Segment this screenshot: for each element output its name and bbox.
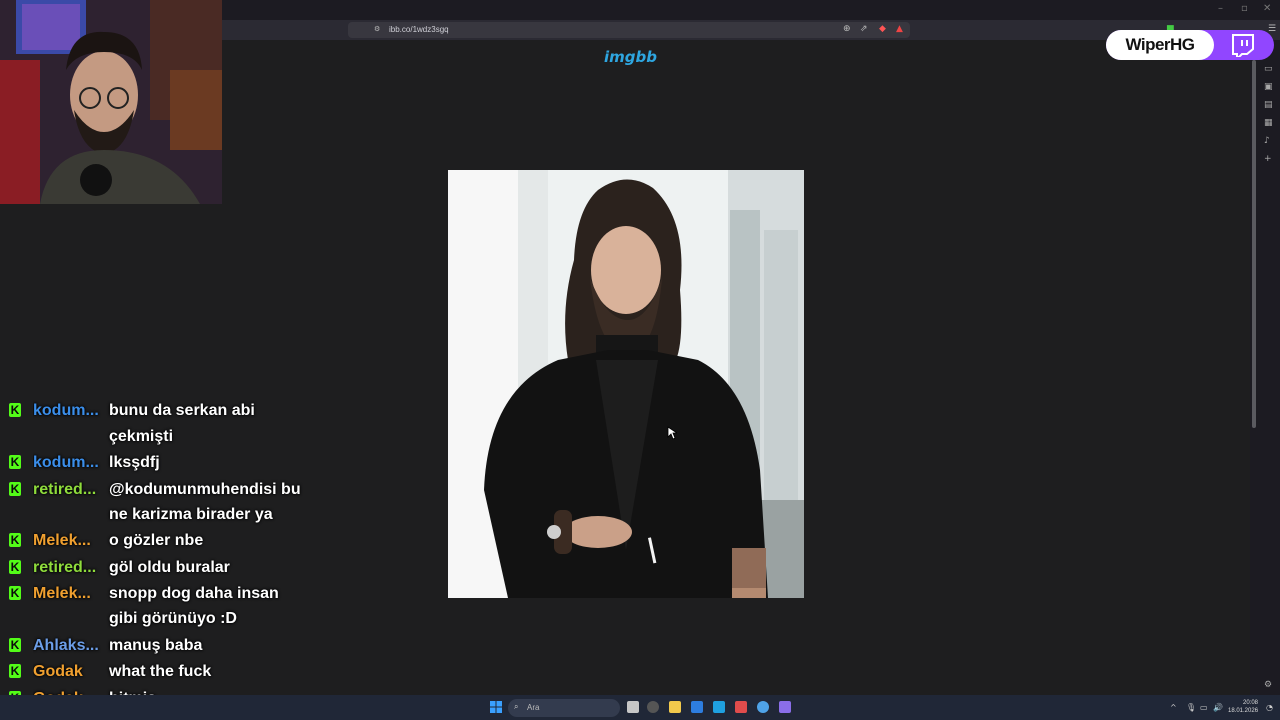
kick-badge-icon: K bbox=[9, 586, 21, 600]
chat-username[interactable]: retired... bbox=[33, 555, 105, 580]
minimize-icon[interactable]: – bbox=[1218, 3, 1223, 14]
sidebar-settings-icon[interactable]: ⚙ bbox=[1264, 680, 1272, 690]
chat-text: bunu da serkan abi bbox=[109, 402, 255, 419]
discord-icon[interactable] bbox=[779, 701, 791, 713]
search-icon: ⌕ bbox=[514, 702, 519, 711]
share-icon[interactable]: ⇗ bbox=[860, 24, 868, 34]
chat-text: o gözler nbe bbox=[109, 532, 204, 549]
photo-illustration bbox=[448, 170, 804, 598]
chat-text: what the fuck bbox=[109, 663, 212, 680]
microphone-icon[interactable]: 🎙 bbox=[1186, 703, 1196, 712]
site-logo[interactable]: imgbb bbox=[604, 48, 657, 66]
app-icon-1[interactable] bbox=[647, 701, 659, 713]
clock-date: 18.01.2026 bbox=[1228, 708, 1259, 714]
sidebar-tabs-icon[interactable]: ▦ bbox=[1264, 118, 1273, 128]
rewards-icon[interactable]: ▲ bbox=[896, 24, 903, 34]
task-view-icon[interactable] bbox=[627, 701, 639, 713]
chat-username[interactable]: Godak bbox=[33, 659, 105, 684]
chat-text: @kodumunmuhendisi bu bbox=[109, 480, 301, 498]
kick-badge-icon: K bbox=[9, 559, 21, 574]
sidebar-music-icon[interactable]: ♪ bbox=[1264, 136, 1270, 146]
brave-icon[interactable] bbox=[735, 701, 747, 713]
edge-icon[interactable] bbox=[713, 701, 725, 713]
chat-text-continuation: çekmişti bbox=[109, 428, 174, 445]
chat-username[interactable]: Melek... bbox=[33, 528, 105, 553]
webcam-illustration bbox=[0, 0, 222, 204]
kick-badge-icon: K bbox=[9, 533, 21, 547]
channel-name: WiperHG bbox=[1106, 30, 1214, 60]
webcam-overlay bbox=[0, 0, 222, 204]
file-explorer-icon[interactable] bbox=[669, 701, 681, 713]
store-icon[interactable] bbox=[691, 701, 703, 713]
kick-badge-icon: K bbox=[9, 664, 21, 678]
mouse-cursor-icon bbox=[667, 426, 677, 440]
close-icon[interactable]: ✕ bbox=[1263, 3, 1271, 14]
sidebar-add-icon[interactable]: + bbox=[1264, 154, 1272, 164]
kick-badge-icon: K bbox=[9, 481, 21, 496]
uploaded-photo[interactable] bbox=[448, 170, 804, 598]
chat-text: bitmiş bbox=[109, 686, 309, 696]
shield-icon[interactable]: ◆ bbox=[879, 24, 886, 34]
chat-text: manuş baba bbox=[109, 636, 203, 654]
chat-username[interactable]: Godak bbox=[33, 686, 105, 696]
kick-badge-icon: K bbox=[9, 455, 21, 469]
windows-start-icon[interactable] bbox=[490, 701, 502, 713]
network-icon[interactable]: ▭ bbox=[1200, 703, 1208, 712]
sidebar-history-icon[interactable]: ▣ bbox=[1264, 82, 1273, 92]
sidebar-wallet-icon[interactable]: ▭ bbox=[1264, 64, 1273, 74]
screen: – ▫ ✕ ⊓ ⚙ ibb.co/1wdz3sgq ⊕ ⇗ ◆ ▲ ■ ☰ im… bbox=[0, 0, 1280, 720]
chat-username[interactable]: kodum... bbox=[33, 450, 105, 475]
taskbar-search-placeholder: Ara bbox=[527, 703, 540, 712]
url-text: ibb.co/1wdz3sgq bbox=[389, 25, 449, 34]
sidebar-reading-icon[interactable]: ▤ bbox=[1264, 100, 1273, 110]
browser-sidebar bbox=[1260, 40, 1280, 695]
chat-username: kodum... bbox=[33, 402, 99, 419]
site-info-icon[interactable]: ⚙ bbox=[374, 25, 380, 33]
chat-username[interactable]: retired... bbox=[33, 477, 105, 502]
app-icon-2[interactable] bbox=[757, 701, 769, 713]
chat-username[interactable]: Ahlaks... bbox=[33, 633, 105, 658]
taskbar-search[interactable] bbox=[508, 699, 620, 717]
notification-icon[interactable]: ◔ bbox=[1266, 703, 1273, 712]
menu-icon[interactable]: ☰ bbox=[1268, 24, 1276, 34]
clock-time: 20:08 bbox=[1242, 700, 1258, 706]
maximize-icon[interactable]: ▫ bbox=[1241, 3, 1248, 14]
chat-text: ne karizma birader ya bbox=[109, 505, 273, 523]
chat-username[interactable]: Melek... bbox=[33, 581, 105, 606]
chat-text: gibi görünüyo :D bbox=[109, 610, 237, 627]
chat-text: snopp dog daha insan bbox=[109, 585, 279, 602]
kick-badge-icon: K bbox=[9, 403, 21, 417]
tray-chevron-icon[interactable]: ^ bbox=[1170, 703, 1177, 712]
chat-overlay: K kodum... bunu da serkan abi çekmişti K… bbox=[0, 400, 310, 695]
chat-text: göl oldu buralar bbox=[109, 558, 230, 576]
scrollbar-thumb[interactable] bbox=[1252, 60, 1256, 428]
taskbar-clock[interactable]: 20:08 18.01.2026 bbox=[1228, 699, 1258, 715]
taskbar bbox=[0, 695, 1280, 720]
zoom-icon[interactable]: ⊕ bbox=[843, 24, 851, 34]
chat-text: lksşdfj bbox=[109, 454, 160, 471]
kick-badge-icon: K bbox=[9, 637, 21, 652]
volume-icon[interactable]: 🔊 bbox=[1213, 703, 1223, 712]
twitch-icon bbox=[1232, 34, 1254, 57]
